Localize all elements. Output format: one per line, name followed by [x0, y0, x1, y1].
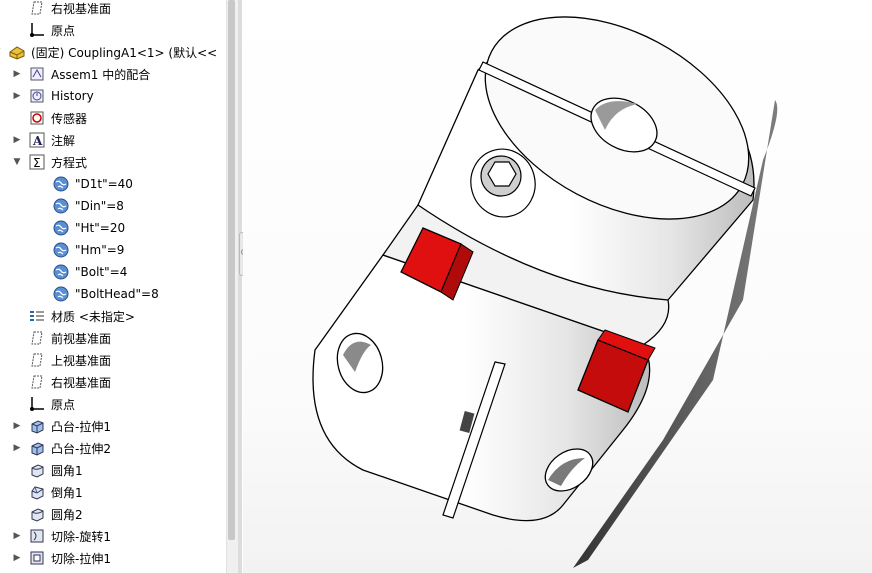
globe-variable-icon — [52, 286, 70, 302]
tree-item[interactable]: 前视基准面 — [0, 327, 226, 349]
tree-item-label: 右视基准面 — [51, 375, 112, 390]
expand-arrow-icon[interactable]: ▶ — [12, 531, 22, 541]
tree-item-label: History — [51, 89, 94, 103]
panel-splitter[interactable] — [238, 0, 242, 573]
plane-icon — [28, 330, 46, 346]
tree-item-label: "Din"=8 — [75, 199, 124, 213]
tree-item[interactable]: 右视基准面 — [0, 371, 226, 393]
tree-item[interactable]: ▶ 切除-旋转1 — [0, 525, 226, 547]
tree-item[interactable]: 原点 — [0, 393, 226, 415]
tree-item[interactable]: ▼ (固定) CouplingA1<1> (默认<< — [0, 41, 226, 63]
tree-item[interactable]: ▶ 凸台-拉伸2 — [0, 437, 226, 459]
tree-item-label: 圆角2 — [51, 507, 83, 522]
tree-item-label: 材质 <未指定> — [51, 309, 135, 324]
origin-icon — [28, 396, 46, 412]
tree-item[interactable]: ▶ 凸台-拉伸1 — [0, 415, 226, 437]
tree-item-label: 切除-旋转1 — [51, 529, 111, 544]
tree-item[interactable]: ▼ Σ 方程式 — [0, 151, 226, 173]
expand-arrow-icon[interactable]: ▶ — [12, 135, 22, 145]
tree-item[interactable]: 圆角1 — [0, 459, 226, 481]
svg-text:Σ: Σ — [33, 156, 41, 170]
fillet-icon — [28, 462, 46, 478]
tree-item[interactable]: 传感器 — [0, 107, 226, 129]
expand-arrow-icon[interactable]: ▶ — [12, 553, 22, 563]
tree-item[interactable]: 右视基准面 — [0, 0, 226, 19]
tree-item-label: 注解 — [51, 133, 76, 148]
tree-item-label: Assem1 中的配合 — [51, 67, 151, 82]
tree-item-label: "Bolt"=4 — [75, 265, 128, 279]
graphics-viewport[interactable] — [243, 0, 872, 573]
tree-item[interactable]: 上视基准面 — [0, 349, 226, 371]
plane-icon — [28, 352, 46, 368]
tree-item[interactable]: "BoltHead"=8 — [0, 283, 226, 305]
tree-item[interactable]: 原点 — [0, 19, 226, 41]
tree-item[interactable]: ▶ Assem1 中的配合 — [0, 63, 226, 85]
plane-icon — [28, 374, 46, 390]
feature-manager-tree[interactable]: 右视基准面原点▼(固定) CouplingA1<1> (默认<<▶Assem1 … — [0, 0, 226, 573]
tree-item-label: "D1t"=40 — [75, 177, 133, 191]
sensor-icon — [28, 110, 46, 126]
globe-variable-icon — [52, 176, 70, 192]
tree-item[interactable]: ▶ History — [0, 85, 226, 107]
extrude-icon — [28, 418, 46, 434]
tree-item-label: "BoltHead"=8 — [75, 287, 159, 301]
globe-variable-icon — [52, 242, 70, 258]
tree-item-label: 凸台-拉伸2 — [51, 441, 111, 456]
tree-item-label: 切除-拉伸1 — [51, 551, 111, 566]
expand-arrow-icon[interactable]: ▶ — [12, 69, 22, 79]
collapse-arrow-icon[interactable]: ▼ — [0, 47, 2, 57]
tree-scrollbar-thumb[interactable] — [228, 0, 235, 540]
cut-extrude-icon — [28, 550, 46, 566]
tree-item[interactable]: 圆角2 — [0, 503, 226, 525]
mates-icon — [28, 66, 46, 82]
globe-variable-icon — [52, 198, 70, 214]
tree-item[interactable]: "Ht"=20 — [0, 217, 226, 239]
plane-icon — [28, 0, 46, 16]
tree-item-label: 原点 — [51, 23, 76, 38]
cut-revolve-icon — [28, 528, 46, 544]
tree-item-label: 凸台-拉伸1 — [51, 419, 111, 434]
tree-item[interactable]: ▶ A 注解 — [0, 129, 226, 151]
tree-item-label: 圆角1 — [51, 463, 83, 478]
collapse-arrow-icon[interactable]: ▼ — [12, 157, 22, 167]
history-icon — [28, 88, 46, 104]
tree-item[interactable]: "D1t"=40 — [0, 173, 226, 195]
tree-item-label: 原点 — [51, 397, 76, 412]
tree-item[interactable]: 材质 <未指定> — [0, 305, 226, 327]
annotation-icon: A — [28, 132, 46, 148]
tree-item-label: 传感器 — [51, 111, 88, 126]
coupling-3d-model[interactable] — [243, 0, 872, 573]
expand-arrow-icon[interactable]: ▶ — [12, 91, 22, 101]
expand-arrow-icon[interactable]: ▶ — [12, 421, 22, 431]
extrude-icon — [28, 440, 46, 456]
material-icon — [28, 308, 46, 324]
tree-item-label: 右视基准面 — [51, 1, 112, 16]
tree-item-label: (固定) CouplingA1<1> (默认<< — [31, 45, 218, 60]
tree-item-label: "Hm"=9 — [75, 243, 125, 257]
chamfer-icon — [28, 484, 46, 500]
tree-item-label: 前视基准面 — [51, 331, 112, 346]
svg-text:A: A — [32, 134, 43, 148]
expand-arrow-icon[interactable]: ▶ — [12, 443, 22, 453]
globe-variable-icon — [52, 220, 70, 236]
tree-item-label: "Ht"=20 — [75, 221, 126, 235]
tree-item[interactable]: 倒角1 — [0, 481, 226, 503]
tree-item-label: 倒角1 — [51, 485, 83, 500]
fillet-icon — [28, 506, 46, 522]
equation-icon: Σ — [28, 154, 46, 170]
tree-item[interactable]: "Din"=8 — [0, 195, 226, 217]
part-icon — [8, 44, 26, 60]
globe-variable-icon — [52, 264, 70, 280]
tree-item[interactable]: "Bolt"=4 — [0, 261, 226, 283]
tree-item-label: 上视基准面 — [51, 353, 112, 368]
tree-item[interactable]: "Hm"=9 — [0, 239, 226, 261]
origin-icon — [28, 22, 46, 38]
tree-item[interactable]: ▶ 切除-拉伸1 — [0, 547, 226, 569]
tree-item-label: 方程式 — [51, 155, 88, 170]
